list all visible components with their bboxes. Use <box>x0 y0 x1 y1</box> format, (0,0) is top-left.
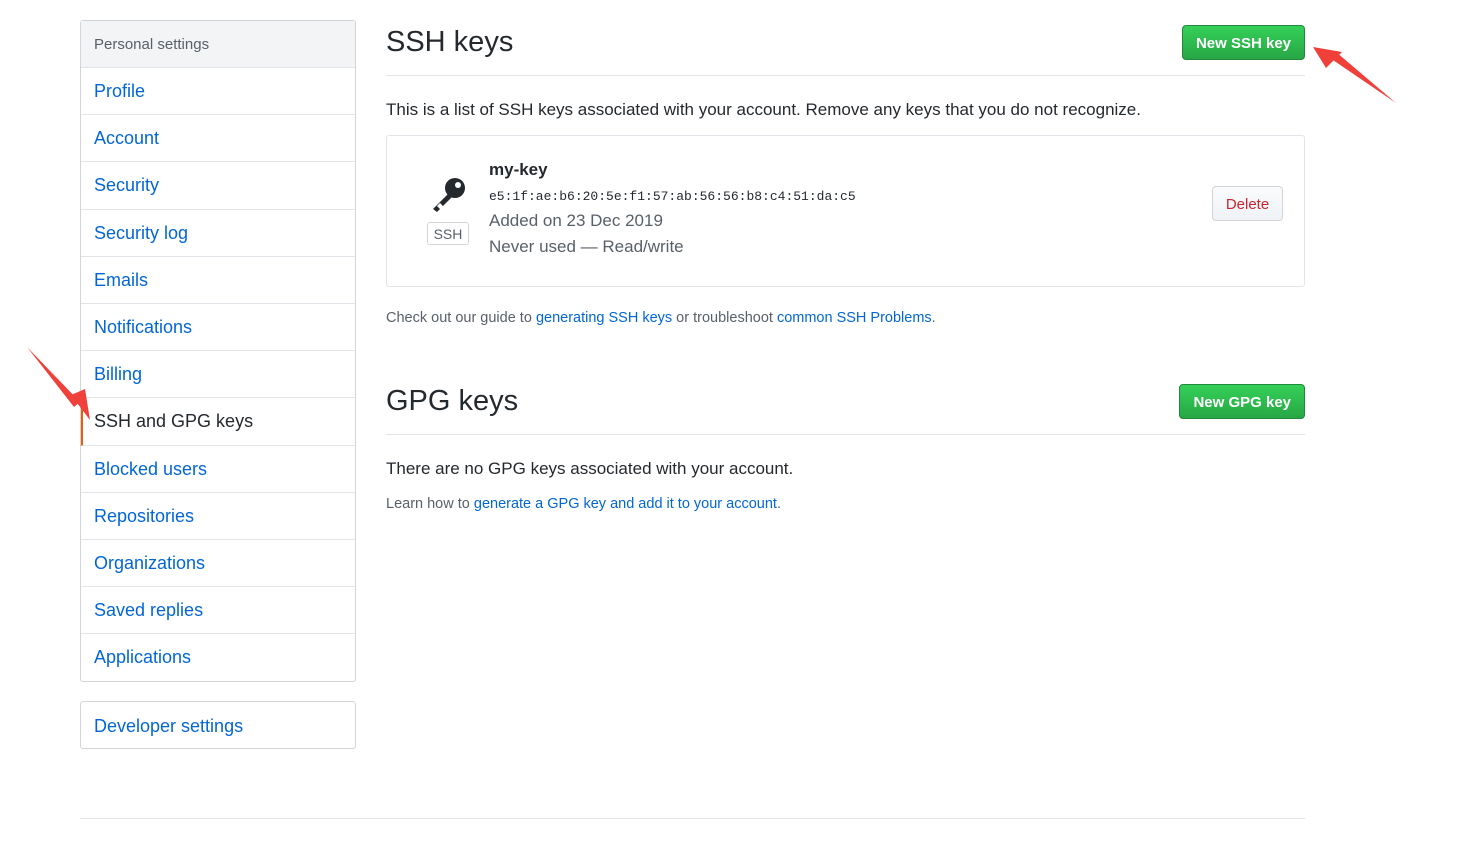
guide-prefix: Check out our guide to <box>386 310 536 326</box>
key-icon <box>427 176 471 217</box>
learn-prefix: Learn how to <box>386 496 474 512</box>
sidebar-item-repositories[interactable]: Repositories <box>81 493 355 540</box>
sidebar-header: Personal settings <box>81 21 355 68</box>
sidebar-item-saved-replies[interactable]: Saved replies <box>81 587 355 635</box>
settings-page: Personal settings Profile Account Securi… <box>0 0 1464 854</box>
key-name: my-key <box>489 160 548 179</box>
common-ssh-problems-link[interactable]: common SSH Problems <box>777 310 932 326</box>
ssh-description: This is a list of SSH keys associated wi… <box>386 100 1141 119</box>
key-fingerprint: e5:1f:ae:b6:20:5e:f1:57:ab:56:56:b8:c4:5… <box>489 189 856 204</box>
sidebar-item-organizations[interactable]: Organizations <box>81 540 355 588</box>
new-ssh-key-button[interactable]: New SSH key <box>1181 25 1305 60</box>
new-gpg-key-button[interactable]: New GPG key <box>1179 384 1305 419</box>
sidebar-item-security[interactable]: Security <box>81 162 355 210</box>
sidebar-item-billing[interactable]: Billing <box>81 351 355 399</box>
guide-middle: or troubleshoot <box>672 310 777 326</box>
developer-settings-link[interactable]: Developer settings <box>80 701 356 749</box>
generate-gpg-key-link[interactable]: generate a GPG key and add it to your ac… <box>474 496 777 512</box>
sidebar-item-security-log[interactable]: Security log <box>81 210 355 257</box>
gpg-title: GPG keys <box>386 385 519 417</box>
sidebar-item-applications[interactable]: Applications <box>81 634 355 681</box>
sidebar-item-blocked-users[interactable]: Blocked users <box>81 446 355 493</box>
ssh-key-card: SSH my-key e5:1f:ae:b6:20:5e:f1:57:ab:56… <box>386 135 1305 287</box>
sidebar-item-notifications[interactable]: Notifications <box>81 304 355 352</box>
arrow-to-new-ssh-key <box>1313 47 1396 103</box>
key-added-date: Added on 23 Dec 2019 <box>489 211 663 230</box>
key-usage: Never used — Read/write <box>489 237 684 256</box>
sidebar-item-ssh-gpg-keys[interactable]: SSH and GPG keys <box>81 398 355 446</box>
sidebar-item-account[interactable]: Account <box>81 115 355 163</box>
sidebar-item-emails[interactable]: Emails <box>81 257 355 304</box>
gpg-section-header: GPG keys New GPG key <box>386 379 1305 435</box>
ssh-guide-text: Check out our guide to generating SSH ke… <box>386 310 936 326</box>
ssh-type-badge: SSH <box>427 222 469 245</box>
ssh-title: SSH keys <box>386 26 514 58</box>
gpg-learn-text: Learn how to generate a GPG key and add … <box>386 496 781 512</box>
sidebar-item-profile[interactable]: Profile <box>81 68 355 116</box>
settings-sidebar: Personal settings Profile Account Securi… <box>80 20 356 683</box>
gpg-empty-message: There are no GPG keys associated with yo… <box>386 459 794 478</box>
footer-divider <box>80 818 1305 819</box>
ssh-section-header: SSH keys New SSH key <box>386 20 1305 76</box>
delete-key-button[interactable]: Delete <box>1212 186 1283 221</box>
generating-ssh-keys-link[interactable]: generating SSH keys <box>536 310 672 326</box>
learn-suffix: . <box>776 496 781 512</box>
guide-suffix: . <box>931 310 936 326</box>
